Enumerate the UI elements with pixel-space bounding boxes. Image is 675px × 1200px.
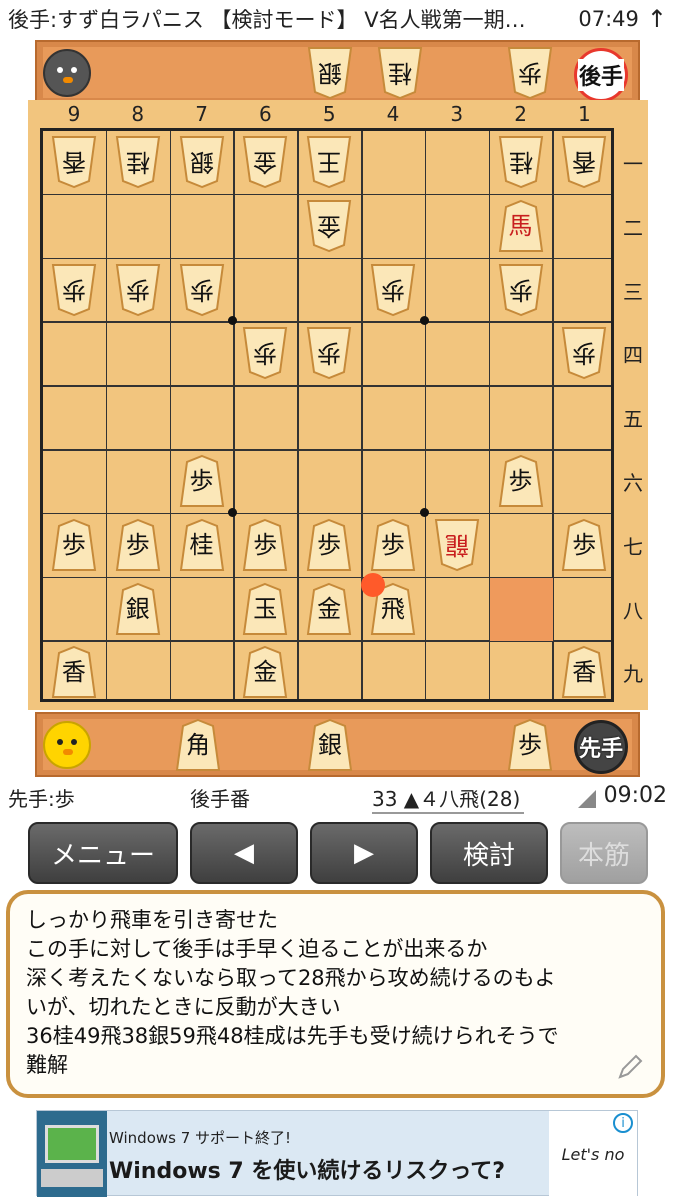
file-label: 8 [131,102,145,126]
next-button[interactable]: ▶ [310,822,418,884]
comment-line: 深く考えたくないなら取って28飛から攻め続けるのもよ [26,966,556,990]
rank-label: 三 [623,279,643,304]
board-piece[interactable]: 桂 [498,135,544,189]
ad-subtitle: Windows 7 サポート終了! [109,1129,292,1147]
analyze-button[interactable]: 検討 [430,822,548,884]
sente-hand-piece[interactable]: 歩 [507,718,553,772]
star-point [228,507,238,517]
file-label: 3 [450,102,464,126]
board-piece[interactable]: 歩 [242,326,288,380]
pencil-icon[interactable] [615,1052,645,1082]
rank-label: 五 [623,407,643,432]
control-buttons: メニュー ◀ ▶ 検討 本筋 [0,818,675,888]
board-piece[interactable]: 歩 [370,263,416,317]
turn-indicator: 後手番 [190,787,250,811]
comment-line: しっかり飛車を引き寄せた [26,908,278,932]
board-piece[interactable]: 馬 [498,199,544,253]
penguin-avatar-icon [43,49,91,97]
board-piece[interactable]: 金 [242,645,288,699]
gote-hand: 銀桂 歩 後手 [35,40,640,105]
comment-line: この手に対して後手は手早く迫ることが出来るか [26,937,488,961]
board-piece[interactable]: 王 [306,135,352,189]
highlight-square [489,577,554,642]
board-piece[interactable]: 歩 [115,263,161,317]
star-point [419,507,429,517]
sente-hand: 角 銀 歩 先手 [35,712,640,777]
rank-label: 七 [623,534,643,559]
file-label: 4 [386,102,400,126]
status-bar: 後手:すず白ラパニス 【検討モード】 V名人戦第一期… 07:49 ↑ [0,0,675,38]
sente-hand-piece[interactable]: 銀 [307,718,353,772]
board-piece[interactable]: 香 [51,135,97,189]
sente-badge: 先手 [574,720,628,774]
menu-button[interactable]: メニュー [28,822,178,884]
rank-label: 六 [623,471,643,495]
info-icon[interactable]: i [613,1113,633,1133]
comment-line: 36桂49飛38銀59飛48桂成は先手も受け続けられそうで [26,1024,559,1048]
board-piece[interactable]: 歩 [179,454,225,508]
comment-line: 難解 [26,1053,68,1077]
file-label: 9 [67,102,81,126]
board-piece[interactable]: 香 [561,135,607,189]
ad-banner[interactable]: Windows 7 サポート終了! Windows 7 を使い続けるリスクって?… [36,1110,638,1197]
board-piece[interactable]: 龍 [434,518,480,572]
board-piece[interactable]: 歩 [498,454,544,508]
board-piece[interactable]: 歩 [498,263,544,317]
laptop-image [37,1111,107,1197]
gote-hand-piece[interactable]: 桂 [377,46,423,100]
board-piece[interactable]: 香 [51,645,97,699]
board-piece[interactable]: 銀 [115,582,161,636]
shogi-board: 987654321 一二三四五六七八九 香桂銀金王桂香金馬歩歩歩歩歩歩歩歩歩歩歩… [28,100,648,710]
gote-badge: 後手 [574,48,628,102]
sente-hand-text: 先手:歩 [8,787,75,811]
file-label: 7 [195,102,208,126]
mainline-button[interactable]: 本筋 [560,822,648,884]
dropdown-triangle-icon[interactable] [578,790,596,808]
prev-button[interactable]: ◀ [190,822,298,884]
board-piece[interactable]: 玉 [242,582,288,636]
clock: 07:49 [578,7,639,31]
file-label: 1 [578,102,591,126]
up-arrow-icon[interactable]: ↑ [647,5,667,33]
board-piece[interactable]: 歩 [561,518,607,572]
gote-hand-piece[interactable]: 銀 [307,46,353,100]
board-piece[interactable]: 金 [242,135,288,189]
info-line: 先手:歩 後手番 33 ▲４八飛(28) 09:02 [0,778,675,814]
chick-avatar-icon [43,721,91,769]
board-piece[interactable]: 桂 [179,518,225,572]
rank-label: 八 [623,598,643,623]
file-label: 6 [259,102,272,126]
rank-label: 二 [623,215,643,240]
elapsed-time: 09:02 [603,783,667,808]
board-piece[interactable]: 銀 [179,135,225,189]
board-piece[interactable]: 歩 [179,263,225,317]
ad-headline: Windows 7 を使い続けるリスクって? [109,1159,506,1184]
file-label: 5 [322,102,336,126]
board-piece[interactable]: 歩 [242,518,288,572]
star-point [419,316,429,326]
rank-label: 一 [623,152,643,176]
sente-hand-piece[interactable]: 角 [175,718,221,772]
board-piece[interactable]: 歩 [115,518,161,572]
gote-hand-piece[interactable]: 歩 [507,46,553,100]
file-label: 2 [514,102,527,126]
comment-line: いが、切れたときに反動が大きい [26,995,341,1019]
board-piece[interactable]: 歩 [306,518,352,572]
board-piece[interactable]: 金 [306,199,352,253]
board-piece[interactable]: 歩 [51,518,97,572]
rank-label: 四 [623,343,643,368]
board-piece[interactable]: 歩 [306,326,352,380]
board-piece[interactable]: 歩 [51,263,97,317]
comment-box[interactable]: しっかり飛車を引き寄せた この手に対して後手は手早く迫ることが出来るか 深く考え… [6,890,665,1098]
last-move-marker [361,572,385,597]
star-point [228,316,238,326]
move-selector[interactable]: 33 ▲４八飛(28) [372,783,525,814]
rank-label: 九 [623,662,643,687]
board-piece[interactable]: 香 [561,645,607,699]
board-piece[interactable]: 金 [306,582,352,636]
board-piece[interactable]: 歩 [561,326,607,380]
board-piece[interactable]: 歩 [370,518,416,572]
window-title: 後手:すず白ラパニス 【検討モード】 V名人戦第一期… [8,8,526,32]
board-piece[interactable]: 桂 [115,135,161,189]
